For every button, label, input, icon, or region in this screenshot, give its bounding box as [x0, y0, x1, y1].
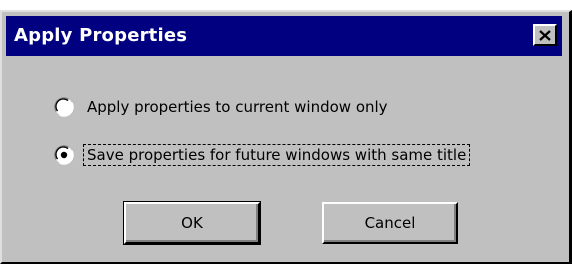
option-current-window-label: Apply properties to current window only — [87, 98, 388, 116]
close-button[interactable] — [533, 24, 557, 46]
cancel-button[interactable]: Cancel — [322, 202, 458, 244]
option-future-windows[interactable]: Save properties for future windows with … — [54, 142, 471, 168]
close-icon — [539, 29, 551, 41]
option-future-windows-label: Save properties for future windows with … — [82, 144, 471, 166]
option-current-window[interactable]: Apply properties to current window only — [54, 94, 391, 120]
title-bar[interactable]: Apply Properties — [6, 16, 562, 56]
apply-properties-dialog: Apply Properties Apply properties to cur… — [0, 10, 572, 264]
radio-checked-icon[interactable] — [54, 145, 74, 165]
ok-button[interactable]: OK — [123, 201, 261, 245]
radio-unchecked-icon[interactable] — [54, 97, 74, 117]
dialog-title: Apply Properties — [14, 25, 188, 46]
